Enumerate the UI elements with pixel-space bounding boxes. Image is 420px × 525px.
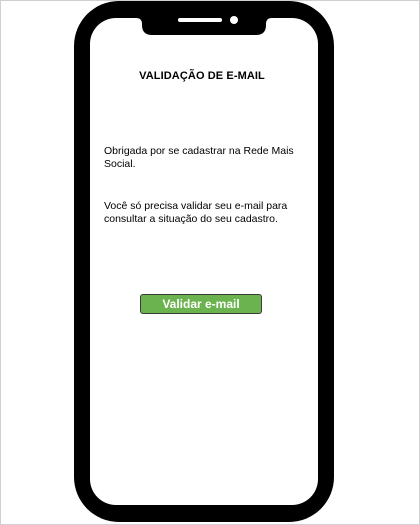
validate-email-button[interactable]: Validar e-mail — [140, 294, 262, 314]
phone-screen: VALIDAÇÃO DE E-MAIL Obrigada por se cada… — [0, 0, 420, 525]
thank-you-message: Obrigada por se cadastrar na Rede Mais S… — [104, 145, 294, 170]
page-title: VALIDAÇÃO DE E-MAIL — [139, 70, 265, 82]
instruction-message: Você só precisa validar seu e-mail para … — [104, 200, 288, 225]
